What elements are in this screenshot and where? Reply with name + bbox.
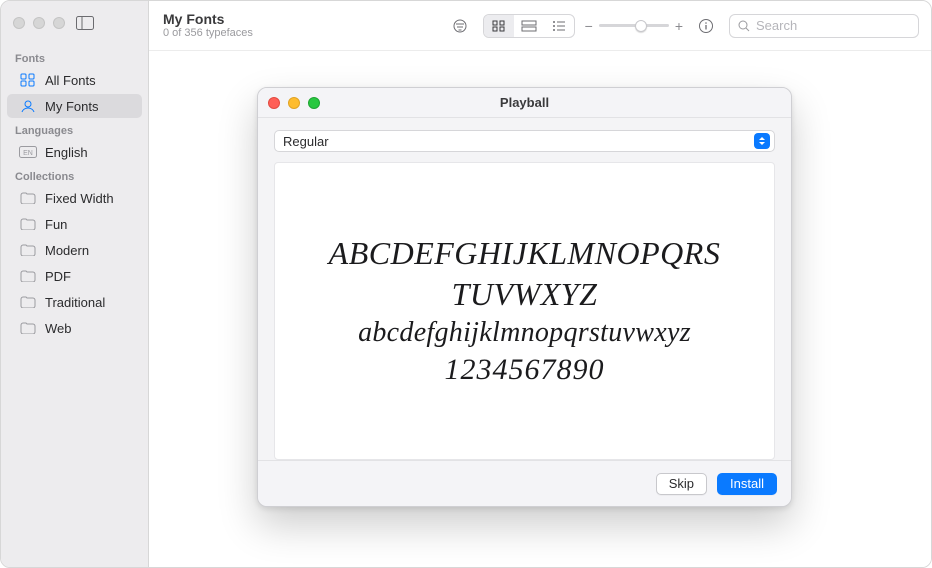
font-style-select[interactable]: Regular (274, 130, 775, 152)
rows-view-icon (521, 20, 537, 32)
lang-en-icon: EN (19, 144, 37, 160)
dialog-body: Regular ABCDEFGHIJKLMNOPQRS TUVWXYZ abcd… (258, 118, 791, 460)
folder-icon (19, 294, 37, 310)
preview-line-upper-2: TUVWXYZ (452, 276, 598, 313)
window-controls (13, 17, 65, 29)
folder-icon (19, 320, 37, 336)
dialog-window-controls (268, 97, 320, 109)
sidebar-item-traditional[interactable]: Traditional (7, 290, 142, 314)
sidebar-icon (76, 16, 94, 30)
dialog-footer: Skip Install (258, 460, 791, 506)
preview-line-upper-1: ABCDEFGHIJKLMNOPQRS (329, 235, 721, 272)
sidebar-item-label: Modern (45, 243, 132, 258)
sidebar-item-label: Web (45, 321, 132, 336)
minimize-window-button[interactable] (33, 17, 45, 29)
dialog-titlebar: Playball (258, 88, 791, 118)
sidebar-section-header-collections: Collections (1, 165, 148, 185)
info-icon (698, 18, 714, 34)
sidebar-section-header-languages: Languages (1, 119, 148, 139)
sidebar-item-label: My Fonts (45, 99, 132, 114)
close-window-button[interactable] (13, 17, 25, 29)
sidebar-section-header-fonts: Fonts (1, 47, 148, 67)
sidebar-item-all-fonts[interactable]: All Fonts (7, 68, 142, 92)
view-samples-button[interactable] (514, 15, 544, 37)
sidebar-item-web[interactable]: Web (7, 316, 142, 340)
font-book-window: Fonts All Fonts My Fonts Languages EN En… (0, 0, 932, 568)
dialog-close-button[interactable] (268, 97, 280, 109)
install-font-dialog: Playball Regular ABCDEFGHIJKLMNOPQRS TUV… (257, 87, 792, 507)
sidebar-item-modern[interactable]: Modern (7, 238, 142, 262)
filter-button[interactable] (447, 14, 473, 38)
sidebar-item-pdf[interactable]: PDF (7, 264, 142, 288)
search-placeholder: Search (756, 18, 797, 33)
toolbar: My Fonts 0 of 356 typefaces − (149, 1, 931, 51)
select-stepper-icon (754, 133, 770, 149)
preview-line-lower: abcdefghijklmnopqrstuvwxyz (358, 317, 691, 349)
folder-icon (19, 268, 37, 284)
window-title: My Fonts (163, 11, 253, 27)
sidebar-item-label: Traditional (45, 295, 132, 310)
font-preview: ABCDEFGHIJKLMNOPQRS TUVWXYZ abcdefghijkl… (274, 162, 775, 460)
dialog-zoom-button[interactable] (308, 97, 320, 109)
grid-view-icon (492, 20, 506, 32)
svg-text:EN: EN (23, 150, 33, 157)
preview-line-digits: 1234567890 (445, 353, 605, 387)
view-list-button[interactable] (544, 15, 574, 37)
font-style-selected-value: Regular (283, 134, 329, 149)
folder-icon (19, 242, 37, 258)
search-field[interactable]: Search (729, 14, 919, 38)
folder-gear-icon (19, 190, 37, 206)
window-subtitle: 0 of 356 typefaces (163, 27, 253, 40)
sidebar: Fonts All Fonts My Fonts Languages EN En… (1, 1, 149, 567)
skip-button[interactable]: Skip (656, 473, 707, 495)
list-view-icon (552, 20, 566, 32)
sidebar-top (1, 9, 148, 47)
sidebar-item-fixed-width[interactable]: Fixed Width (7, 186, 142, 210)
info-button[interactable] (693, 14, 719, 38)
skip-button-label: Skip (669, 476, 694, 491)
sidebar-item-my-fonts[interactable]: My Fonts (7, 94, 142, 118)
slider-thumb[interactable] (635, 20, 647, 32)
folder-icon (19, 216, 37, 232)
sidebar-item-label: Fun (45, 217, 132, 232)
toggle-sidebar-button[interactable] (73, 13, 97, 33)
size-slider[interactable] (599, 24, 669, 27)
title-block: My Fonts 0 of 356 typefaces (161, 11, 253, 40)
content-area: Playball Regular ABCDEFGHIJKLMNOPQRS TUV… (149, 51, 931, 567)
plus-icon[interactable]: + (675, 19, 683, 33)
view-mode-segmented (483, 14, 575, 38)
preview-size-control: − + (585, 19, 683, 33)
filter-icon (452, 19, 468, 33)
grid-icon (19, 72, 37, 88)
zoom-window-button[interactable] (53, 17, 65, 29)
search-icon (738, 20, 750, 32)
sidebar-item-label: All Fonts (45, 73, 132, 88)
sidebar-item-label: PDF (45, 269, 132, 284)
dialog-title: Playball (500, 95, 549, 110)
minus-icon[interactable]: − (585, 19, 593, 33)
sidebar-item-fun[interactable]: Fun (7, 212, 142, 236)
sidebar-item-label: Fixed Width (45, 191, 132, 206)
dialog-minimize-button[interactable] (288, 97, 300, 109)
main-area: My Fonts 0 of 356 typefaces − (149, 1, 931, 567)
install-button[interactable]: Install (717, 473, 777, 495)
view-grid-button[interactable] (484, 15, 514, 37)
install-button-label: Install (730, 476, 764, 491)
sidebar-item-english[interactable]: EN English (7, 140, 142, 164)
user-icon (19, 98, 37, 114)
sidebar-item-label: English (45, 145, 132, 160)
